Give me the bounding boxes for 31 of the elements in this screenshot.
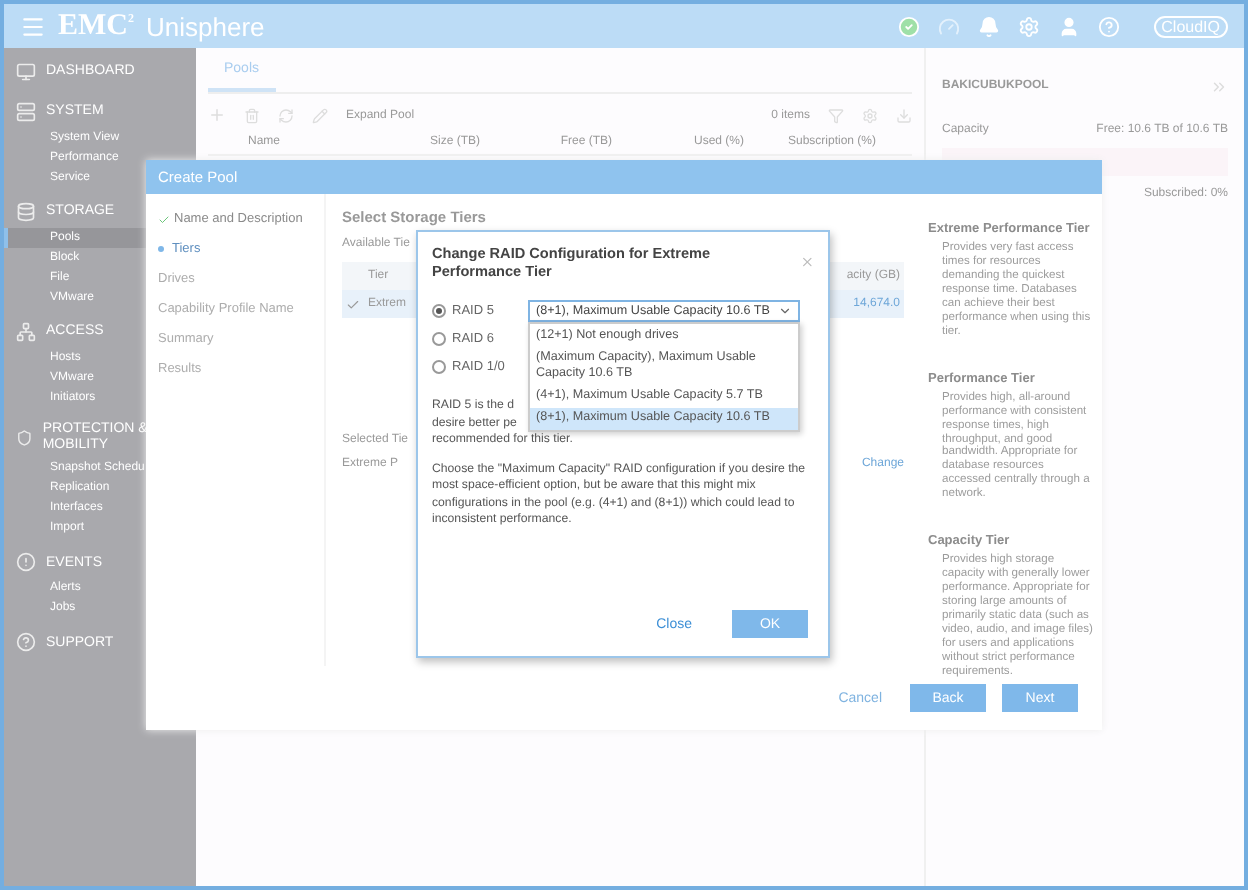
filter-icon[interactable]	[828, 107, 844, 123]
current-step-dot	[158, 246, 164, 252]
expand-icon[interactable]	[1210, 77, 1228, 95]
product-name: Unisphere	[146, 11, 265, 41]
network-icon	[16, 322, 36, 342]
pencil-icon[interactable]	[312, 107, 328, 123]
add-icon[interactable]	[208, 106, 226, 124]
alert-icon	[16, 552, 36, 573]
menu-icon[interactable]	[20, 13, 46, 39]
user-icon[interactable]	[1057, 15, 1080, 37]
radio-button[interactable]	[432, 332, 446, 346]
check-icon	[158, 213, 170, 225]
radio-button[interactable]	[432, 360, 446, 374]
brand-logo: EMC$^{2}$	[58, 9, 134, 43]
cloud-logo[interactable]: CloudIQ	[1153, 15, 1228, 37]
database-icon	[16, 202, 36, 222]
gauge-icon[interactable]	[937, 15, 960, 37]
monitor-icon	[16, 62, 36, 82]
close-icon[interactable]	[799, 254, 814, 270]
download-icon[interactable]	[896, 107, 912, 123]
radio-button[interactable]	[432, 304, 446, 318]
settings-icon[interactable]	[862, 107, 878, 123]
refresh-icon[interactable]	[278, 107, 294, 123]
trash-icon[interactable]	[244, 107, 260, 123]
help-icon[interactable]	[1097, 15, 1120, 37]
bell-icon[interactable]	[977, 15, 1000, 37]
server-icon	[16, 102, 36, 122]
help-icon	[16, 632, 36, 653]
check-icon[interactable]	[346, 297, 360, 311]
caret-icon	[778, 304, 792, 318]
shield-icon	[16, 427, 33, 448]
